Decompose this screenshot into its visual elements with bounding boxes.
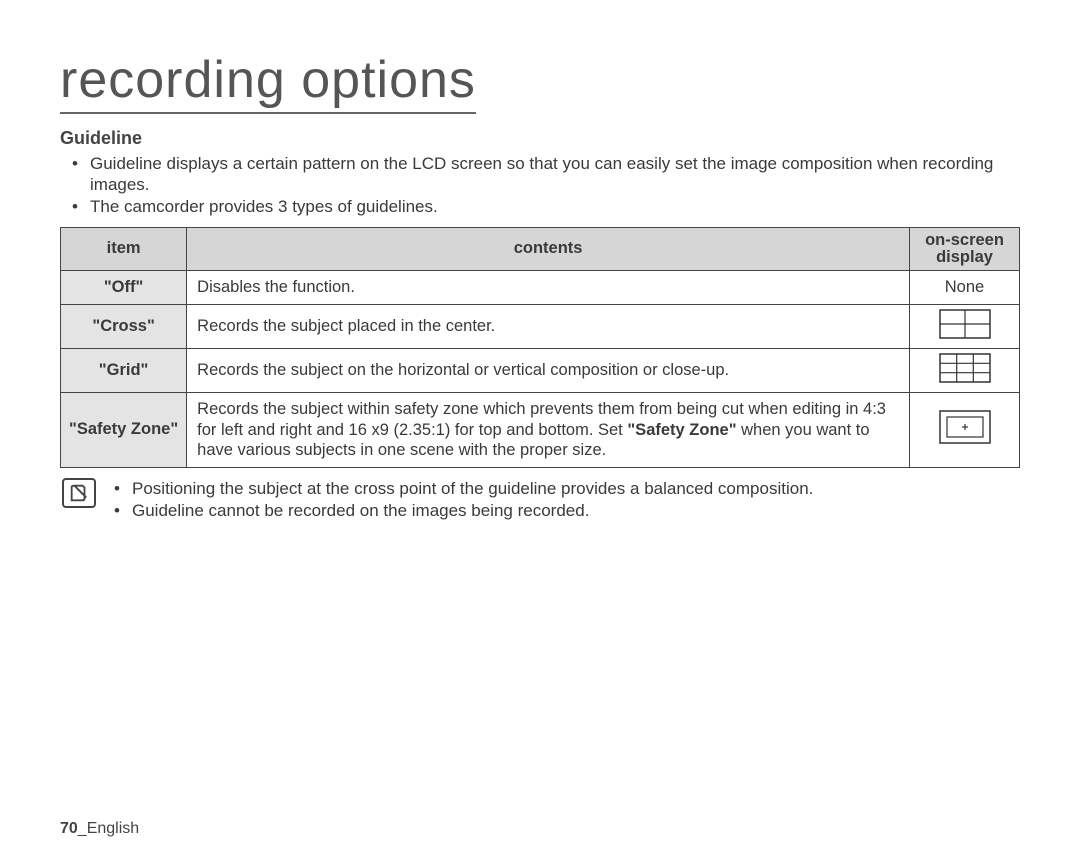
footer-sep: _ bbox=[78, 820, 87, 837]
contents-grid: Records the subject on the horizontal or… bbox=[187, 349, 910, 393]
header-contents: contents bbox=[187, 227, 910, 271]
note-block: Positioning the subject at the cross poi… bbox=[62, 478, 1020, 522]
contents-cross: Records the subject placed in the center… bbox=[187, 305, 910, 349]
item-grid: "Grid" bbox=[61, 349, 187, 393]
footer-lang: English bbox=[87, 820, 139, 837]
item-cross: "Cross" bbox=[61, 305, 187, 349]
item-off: "Off" bbox=[61, 271, 187, 305]
osd-cross bbox=[910, 305, 1020, 349]
table-row: "Safety Zone" Records the subject within… bbox=[61, 393, 1020, 468]
intro-list: Guideline displays a certain pattern on … bbox=[72, 153, 1020, 217]
header-osd-line1: on-screen bbox=[925, 231, 1004, 249]
osd-grid bbox=[910, 349, 1020, 393]
osd-safety bbox=[910, 393, 1020, 468]
header-osd: on-screen display bbox=[910, 227, 1020, 271]
table-row: "Cross" Records the subject placed in th… bbox=[61, 305, 1020, 349]
intro-bullet: Guideline displays a certain pattern on … bbox=[72, 153, 1020, 196]
page-number: 70 bbox=[60, 820, 78, 837]
osd-off: None bbox=[910, 271, 1020, 305]
note-bullet: Positioning the subject at the cross poi… bbox=[114, 478, 1020, 500]
intro-bullet: The camcorder provides 3 types of guidel… bbox=[72, 196, 1020, 217]
safety-zone-icon bbox=[939, 410, 991, 449]
cross-guide-icon bbox=[939, 309, 991, 344]
contents-off: Disables the function. bbox=[187, 271, 910, 305]
section-heading: Guideline bbox=[60, 128, 1020, 149]
note-list: Positioning the subject at the cross poi… bbox=[114, 478, 1020, 522]
contents-safety: Records the subject within safety zone w… bbox=[187, 393, 910, 468]
note-bullet: Guideline cannot be recorded on the imag… bbox=[114, 500, 1020, 522]
page-title: recording options bbox=[60, 50, 476, 114]
note-icon bbox=[62, 478, 96, 508]
page-footer: 70_English bbox=[60, 820, 139, 838]
grid-guide-icon bbox=[939, 353, 991, 388]
header-osd-line2: display bbox=[936, 248, 993, 266]
safety-text-bold: "Safety Zone" bbox=[627, 421, 736, 439]
table-row: "Off" Disables the function. None bbox=[61, 271, 1020, 305]
guideline-table: item contents on-screen display "Off" Di… bbox=[60, 227, 1020, 468]
table-row: "Grid" Records the subject on the horizo… bbox=[61, 349, 1020, 393]
item-safety: "Safety Zone" bbox=[61, 393, 187, 468]
header-item: item bbox=[61, 227, 187, 271]
